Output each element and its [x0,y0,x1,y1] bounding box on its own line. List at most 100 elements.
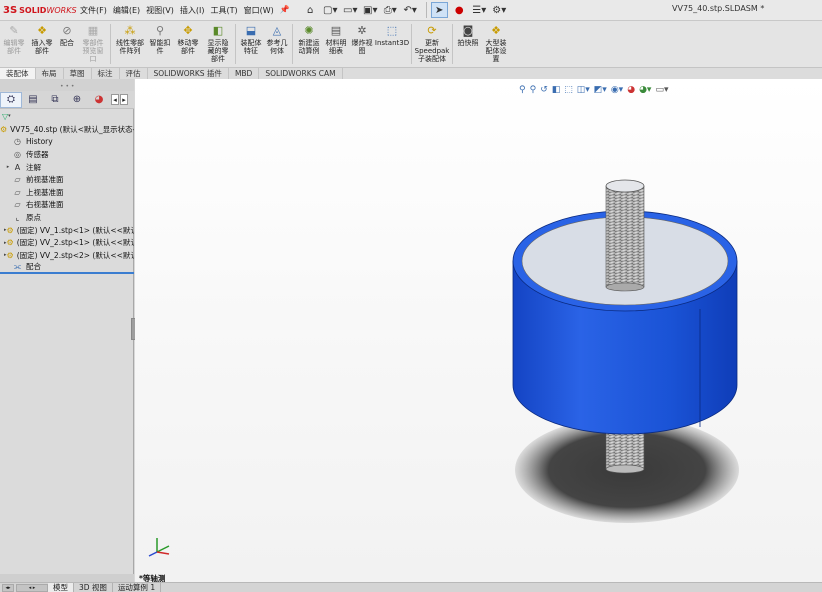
property-manager-icon[interactable]: ▤ [22,92,44,108]
mate-button[interactable]: ⊘ 配合 [56,21,78,67]
tab-layout[interactable]: 布局 [36,68,64,79]
tree-node[interactable]: ▸ ⚙ (固定) VV_2.stp<1> (默认<<默认 [0,236,134,249]
component-preview-button[interactable]: ▦ 零部件 预览窗 口 [78,21,108,67]
new-document-icon[interactable]: ▢▾ [322,2,339,18]
tree-node[interactable]: ▸ ⚙ (固定) VV_2.stp<2> (默认<<默认 [0,249,134,262]
new-motion-study-icon: ✺ [304,24,314,37]
options-gear-icon[interactable]: ⚙▾ [491,2,508,18]
tree-node[interactable]: ▱ 右视基准面 [0,199,134,212]
bottom-nav-arrows[interactable]: ◂▸ [2,583,14,592]
filter-icon[interactable]: ▽ ▾ [2,110,22,122]
tab-sketch[interactable]: 草图 [64,68,92,79]
tree-node[interactable]: ⫘ 配合 [0,262,134,275]
menu-edit[interactable]: 编辑(E) [113,5,140,16]
tree-root-assembly[interactable]: ⚙ VV75_40.stp (默认<默认_显示状态-1 [0,123,134,136]
feature-manager-panel: • • • ⛭ ▤ ⧉ ⊕ ◕ ◂ ▸ ▽ ▾ ⚙ VV75_40.stp (默认<… [0,79,134,582]
feature-manager-icon[interactable]: ⛭ [0,91,22,108]
tab-evaluate[interactable]: 评估 [120,68,148,79]
move-component-button[interactable]: ✥ 移动零 部件 [173,21,203,67]
part-icon: ⚙ [6,238,14,248]
component-preview-icon: ▦ [87,24,99,37]
configuration-manager-icon[interactable]: ⧉ [44,92,66,108]
panel-nav-left[interactable]: ◂ [111,94,119,105]
tree-node[interactable]: ⌞ 原点 [0,211,134,224]
undo-icon[interactable]: ↶▾ [402,2,419,18]
bottom-nav-arrows-2[interactable]: ◂ ▸ [16,583,48,592]
model-viewport[interactable] [135,79,822,582]
cmd-label: 线性零部 件阵列 [116,39,144,55]
origin-icon: ⌞ [15,212,20,222]
panel-nav-right[interactable]: ▸ [120,94,128,105]
tree-node[interactable]: ◷ History [0,136,134,149]
dimxpert-icon[interactable]: ⊕ [66,92,88,108]
large-assembly-button[interactable]: ❖ 大型装 配体设 置 [481,21,511,67]
file-properties-icon[interactable]: ☰▾ [471,2,488,18]
tab-3d-views[interactable]: 3D 视图 [74,583,113,592]
open-folder-icon[interactable]: ▭▾ [342,2,359,18]
move-component-icon: ✥ [183,24,193,37]
tab-motion-study[interactable]: 运动算例 1 [113,583,162,592]
exploded-view-button[interactable]: ✲ 爆炸视 图 [349,21,375,67]
separator [110,24,111,64]
tab-model[interactable]: 模型 [48,583,74,592]
menu-tools[interactable]: 工具(T) [210,5,237,16]
show-hidden-button[interactable]: ◧ 显示隐 藏的零 部件 [203,21,233,67]
mates-folder-icon: ⫘ [13,261,22,271]
new-motion-study-button[interactable]: ✺ 新建运 动算例 [295,21,323,67]
document-title: VV75_40.stp.SLDASM * [672,4,765,13]
assembly-features-button[interactable]: ⬓ 装配体 特征 [238,21,264,67]
tab-assembly[interactable]: 装配体 [0,68,36,79]
grip-icon[interactable]: • • • [60,83,74,90]
print-icon[interactable]: ⎙▾ [382,2,399,18]
tree-node[interactable]: ▸ A 注解 [0,161,134,174]
tab-addins[interactable]: SOLIDWORKS 插件 [148,68,229,79]
tab-mbd[interactable]: MBD [229,68,260,79]
pin-icon[interactable]: 📌 [280,5,290,16]
show-hidden-icon: ◧ [212,24,224,37]
display-manager-icon[interactable]: ◕ [88,92,110,108]
edit-component-button[interactable]: ✎ 编辑零 部件 [0,21,28,67]
linear-pattern-button[interactable]: ⁂ 线性零部 件阵列 [113,21,147,67]
expand-arrow-icon[interactable]: ▸ [4,164,12,170]
reference-geometry-button[interactable]: ◬ 参考几 何体 [264,21,290,67]
cmd-label: 更新 Speedpak 子装配体 [414,39,450,63]
select-pointer-icon[interactable]: ➤ [430,2,448,18]
smart-fasteners-button[interactable]: ⚲ 智能扣 件 [147,21,173,67]
menu-insert[interactable]: 插入(I) [180,5,205,16]
cmd-label: 显示隐 藏的零 部件 [207,39,229,63]
solidworks-logo[interactable]: 3S SOLIDWORKS [3,5,77,16]
upper-bolt-end [605,179,645,193]
speedpak-button[interactable]: ⟳ 更新 Speedpak 子装配体 [414,21,450,67]
tab-cam[interactable]: SOLIDWORKS CAM [259,68,343,79]
cmd-label: 移动零 部件 [177,39,199,55]
separator [452,24,453,64]
instant3d-button[interactable]: ⬚ Instant3D [375,21,409,67]
rebuild-icon[interactable]: ● [451,2,468,18]
title-bar: 3S SOLIDWORKS 文件(F) 编辑(E) 视图(V) 插入(I) 工具… [0,0,822,21]
assembly-icon: ⚙ [0,124,8,134]
home-icon[interactable]: ⌂ [302,2,319,18]
tree-node[interactable]: ▱ 前视基准面 [0,173,134,186]
menu-window[interactable]: 窗口(W) [244,5,274,16]
snapshot-button[interactable]: ◙ 拍快照 [455,21,481,67]
tree-node[interactable]: ▸ ⚙ (固定) VV_1.stp<1> (默认<<默认 [0,224,134,237]
cmd-label: 智能扣 件 [149,39,171,55]
tree-node[interactable]: ◎ 传感器 [0,148,134,161]
cmd-label: 拍快照 [457,39,479,47]
tree-node-label: 传感器 [26,149,49,159]
tab-markup[interactable]: 标注 [92,68,120,79]
tree-node-label: (固定) VV_1.stp<1> (默认<<默认 [16,225,134,235]
graphics-area[interactable]: ⚲ ⚲ ↺ ◧ ⬚ ◫▾ ◩▾ ◉▾ ◕ ◕▾ ▭▾ *等轴测 [135,79,822,582]
insert-component-button[interactable]: ❖ 插入零 部件 [28,21,56,67]
smart-fasteners-icon: ⚲ [155,24,165,37]
tree-node-label: 上视基准面 [26,187,64,197]
panel-footer [0,574,134,582]
mate-icon: ⊘ [62,24,72,37]
save-icon[interactable]: ▣▾ [362,2,379,18]
menu-file[interactable]: 文件(F) [80,5,107,16]
bottom-tabs: ◂▸ ◂ ▸ 模型 3D 视图 运动算例 1 [0,582,822,592]
bom-button[interactable]: ▤ 材料明 细表 [323,21,349,67]
menu-view[interactable]: 视图(V) [146,5,174,16]
tree-node[interactable]: ▱ 上视基准面 [0,186,134,199]
snapshot-icon: ◙ [462,24,474,37]
